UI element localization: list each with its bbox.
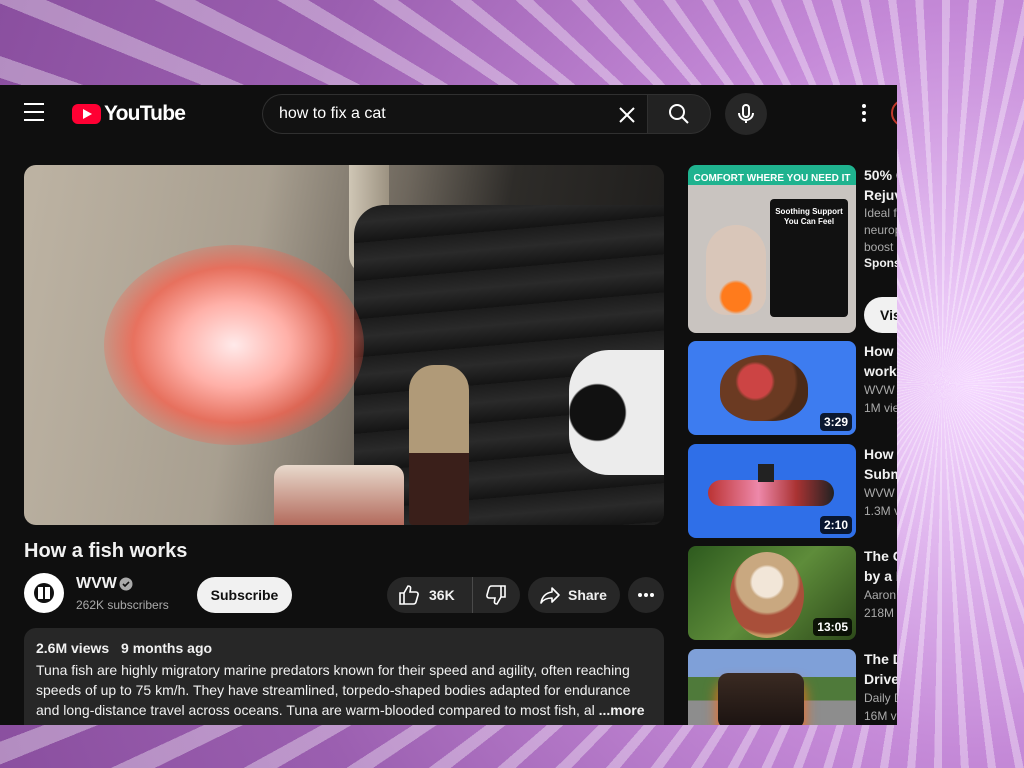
thumbs-down-icon — [486, 585, 506, 605]
search-input[interactable] — [263, 105, 603, 123]
clear-search-icon[interactable] — [615, 103, 639, 127]
video-channel: Aaron — [864, 588, 897, 602]
video-info: The C by a F Aaron 218M — [864, 546, 897, 622]
video-title: How a fish works — [24, 540, 188, 562]
share-button[interactable]: Share — [528, 577, 620, 613]
description-meta: 2.6M views 9 months ago — [36, 640, 652, 656]
search-button[interactable] — [647, 94, 711, 134]
video-thumbnail[interactable] — [688, 649, 856, 725]
channel-logo-icon — [34, 583, 54, 603]
search-icon — [669, 104, 689, 124]
video-frame-cylinder — [569, 350, 664, 475]
share-icon — [540, 587, 560, 604]
ad-foot-image — [706, 225, 766, 315]
video-duration: 13:05 — [813, 618, 852, 636]
search-box — [262, 94, 647, 134]
video-duration: 3:29 — [819, 413, 852, 431]
ad-banner-text: COMFORT WHERE YOU NEED IT — [693, 173, 851, 184]
share-label: Share — [568, 587, 607, 603]
channel-avatar[interactable] — [24, 573, 64, 613]
visit-site-button[interactable]: Vis — [864, 297, 897, 333]
more-actions-button[interactable] — [628, 577, 664, 613]
channel-name[interactable]: WVW — [76, 575, 117, 593]
video-views: 16M v — [864, 709, 897, 723]
video-thumbnail[interactable]: 3:29 — [688, 341, 856, 435]
dislike-button[interactable] — [473, 577, 519, 613]
upload-age: 9 months ago — [121, 640, 213, 656]
video-channel: WVW — [864, 486, 895, 500]
play-logo-icon — [72, 104, 101, 124]
view-count: 2.6M views — [36, 640, 110, 656]
description-body: Tuna fish are highly migratory marine pr… — [36, 662, 631, 718]
video-views: 1.3M v — [864, 504, 897, 518]
account-avatar[interactable] — [891, 99, 897, 127]
subscriber-count: 262K subscribers — [76, 598, 169, 612]
video-channel: WVW — [864, 383, 895, 397]
ad-title-line: 50% C — [864, 167, 897, 183]
sponsored-label: Spons — [864, 256, 897, 270]
video-title-line: How — [864, 446, 894, 462]
microphone-icon — [738, 104, 754, 123]
youtube-window: YouTube How a fish works WVW 262K subscr… — [0, 85, 897, 725]
thumbnail-art — [730, 552, 804, 638]
voice-search-button[interactable] — [725, 93, 767, 135]
thumbnail-art — [708, 480, 834, 506]
thumbnail-art-tower — [758, 464, 774, 482]
video-duration: 2:10 — [819, 516, 852, 534]
recommended-video[interactable]: The D Drive Daily D 16M v — [688, 649, 897, 725]
video-title-line: The C — [864, 548, 897, 564]
recommended-video[interactable]: 3:29 How works WVW 1M vie — [688, 341, 897, 435]
like-dislike-group: 36K — [387, 577, 520, 613]
ad-thumbnail[interactable]: COMFORT WHERE YOU NEED IT Soothing Suppo… — [688, 165, 856, 333]
video-views: 218M — [864, 606, 895, 620]
video-frame-figure — [409, 365, 469, 525]
video-title-line: How — [864, 343, 894, 359]
ad-title-line: Rejuv — [864, 187, 897, 203]
video-title-line: Drive — [864, 671, 897, 687]
logo-text: YouTube — [104, 102, 186, 125]
recommended-video[interactable]: 2:10 How Subm WVW 1.3M v — [688, 444, 897, 538]
video-info: The D Drive Daily D 16M v — [864, 649, 897, 725]
sponsored-ad[interactable]: COMFORT WHERE YOU NEED IT Soothing Suppo… — [688, 165, 897, 335]
thumbnail-art — [720, 355, 808, 421]
video-views: 1M vie — [864, 401, 897, 415]
recommended-video[interactable]: 13:05 The C by a F Aaron 218M — [688, 546, 897, 640]
description-box[interactable]: 2.6M views 9 months ago Tuna fish are hi… — [24, 628, 664, 725]
like-button[interactable]: 36K — [387, 577, 473, 613]
video-thumbnail[interactable]: 13:05 — [688, 546, 856, 640]
like-count: 36K — [429, 587, 455, 603]
video-title-line: works — [864, 363, 897, 379]
ad-desc-line: Ideal f — [864, 206, 897, 220]
top-bar: YouTube — [0, 85, 897, 141]
show-more-link[interactable]: ...more — [599, 702, 645, 718]
thumbs-up-icon — [399, 585, 419, 605]
video-title-line: by a F — [864, 568, 897, 584]
ad-product-box: Soothing Support You Can Feel — [770, 199, 848, 317]
video-thumbnail[interactable]: 2:10 — [688, 444, 856, 538]
ad-desc-line: boost — [864, 240, 894, 254]
hamburger-menu-icon[interactable] — [24, 103, 48, 123]
verified-icon — [119, 577, 133, 591]
subscribe-button[interactable]: Subscribe — [197, 577, 292, 613]
video-title-line: Subm — [864, 466, 897, 482]
video-title-line: The D — [864, 651, 897, 667]
ad-product-text: Soothing Support You Can Feel — [775, 207, 843, 226]
description-text: Tuna fish are highly migratory marine pr… — [36, 660, 652, 720]
more-options-icon[interactable] — [852, 101, 876, 125]
video-info: How works WVW 1M vie — [864, 341, 897, 417]
video-frame-base — [274, 465, 404, 525]
video-info: How Subm WVW 1.3M v — [864, 444, 897, 520]
ad-desc-line: neurop — [864, 223, 897, 237]
more-horizontal-icon — [638, 593, 654, 597]
video-frame-light — [104, 245, 364, 445]
video-channel: Daily D — [864, 691, 897, 705]
video-player[interactable] — [24, 165, 664, 525]
youtube-logo[interactable]: YouTube — [72, 102, 186, 126]
thumbnail-art — [718, 673, 804, 725]
ad-info: 50% C Rejuv Ideal f neurop boost Spons — [864, 165, 897, 270]
